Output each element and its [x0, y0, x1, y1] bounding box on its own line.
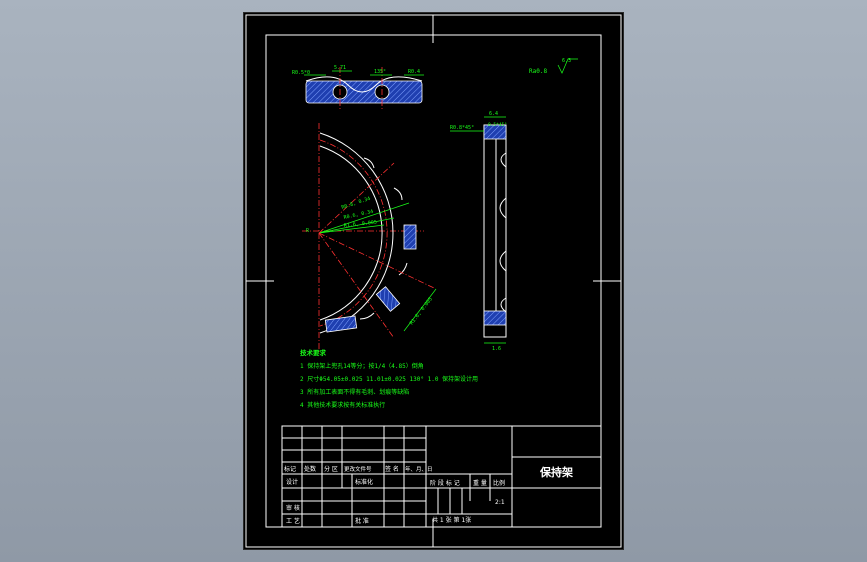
note-line-3: 3 所有加工表面不得有毛刺、划痕等缺陷: [300, 388, 409, 396]
review-label: 审 核: [286, 504, 300, 512]
technical-notes: 技术要求 1 保持架上兜孔14等分；按1/4（4.85）倒角 2 尺寸Φ54.0…: [300, 348, 478, 409]
pocket-dim-1: R0.8, 0.34: [341, 196, 371, 211]
rev-header-doc: 更改文件号: [344, 465, 372, 473]
rev-header-count: 处数: [304, 465, 316, 473]
cad-drawing: R0.5*0 5.71 135° R0.4 Ra0.8 6.3 R0.8, 0.…: [245, 14, 622, 548]
side-pocket-3: [499, 250, 507, 272]
side-pocket-4: [500, 297, 507, 313]
standardize-label: 标准化: [355, 478, 373, 486]
notes-heading: 技术要求: [300, 348, 327, 357]
process-label: 工 艺: [286, 517, 300, 525]
side-pocket-1: [500, 152, 507, 168]
ring-inner-arc: [319, 145, 383, 321]
note-line-4: 4 其他技术要求按有关标准执行: [300, 401, 385, 409]
side-bottom-hatch: [483, 310, 507, 326]
roughness-note: Ra0.8 6.3: [529, 58, 578, 75]
center-mark-label: R: [306, 228, 310, 234]
side-body-outline: [483, 124, 507, 338]
top-dim-left: R0.5*0: [292, 70, 310, 76]
roughness-value: 6.3: [562, 58, 571, 64]
ring-pocket-4: [359, 312, 375, 320]
pocket-dim-2: R0.6, 0.34: [343, 209, 374, 221]
front-view: R0.8, 0.34 R0.6, 0.34 R1.6, 0.005 R R1.6…: [302, 123, 437, 353]
side-pocket-2: [499, 197, 507, 219]
roughness-label: Ra0.8: [529, 68, 547, 75]
note-line-1: 1 保持架上兜孔14等分；按1/4（4.85）倒角: [300, 362, 424, 370]
top-dim-mid: 5.71: [334, 65, 346, 71]
ring-pocket-hatch-3: [375, 286, 401, 312]
design-label: 设计: [286, 478, 298, 486]
sheet-count: 共 1 张 第 1张: [432, 516, 471, 524]
rev-header-date: 年、月、日: [405, 465, 433, 473]
scale-label: 比例: [493, 479, 505, 487]
top-dim-angle: 135°: [374, 69, 386, 75]
side-dim-bottom: 1.6: [492, 346, 501, 352]
scale-value: 2:1: [495, 499, 505, 506]
side-dim-small: 0.5*45°: [488, 122, 507, 128]
side-dim-top: R0.8*45°: [450, 125, 474, 131]
title-block: 标记 处数 分 区 更改文件号 签 名 年、月、日 设计 标准化 审 核 工 艺…: [281, 425, 602, 528]
rev-header-sign: 签 名: [385, 465, 399, 473]
inner-border: [265, 34, 602, 528]
radius-dim-text: R1.6, 0.005: [409, 296, 434, 326]
ring-pitch-arc: [319, 139, 388, 327]
ring-pocket-hatch-1: [324, 315, 358, 333]
top-section-view: R0.5*0 5.71 135° R0.4: [292, 65, 424, 109]
approve-label: 批 准: [355, 517, 369, 525]
ring-pocket-hatch-2: [403, 224, 417, 250]
radial-dim-1: [318, 202, 410, 234]
rev-header-zone: 分 区: [324, 465, 338, 473]
drawing-sheet: R0.5*0 5.71 135° R0.4 Ra0.8 6.3 R0.8, 0.…: [244, 13, 623, 549]
rev-header-mark: 标记: [284, 465, 296, 473]
top-dim-right: R0.4: [408, 69, 420, 75]
part-name: 保持架: [539, 465, 573, 479]
side-dim-width: 6.4: [489, 111, 498, 117]
weight-label: 重 量: [473, 479, 487, 487]
radial-angle-line-2: [318, 232, 435, 289]
stage-label: 阶 段 标 记: [430, 479, 460, 487]
side-section-view: R0.8*45° 6.4 0.5*45° 1.6: [450, 111, 507, 352]
note-line-2: 2 尺寸Φ54.05±0.025 11.01±0.025 130° 1.0 保持…: [300, 375, 478, 383]
ring-pocket-2: [393, 187, 403, 201]
